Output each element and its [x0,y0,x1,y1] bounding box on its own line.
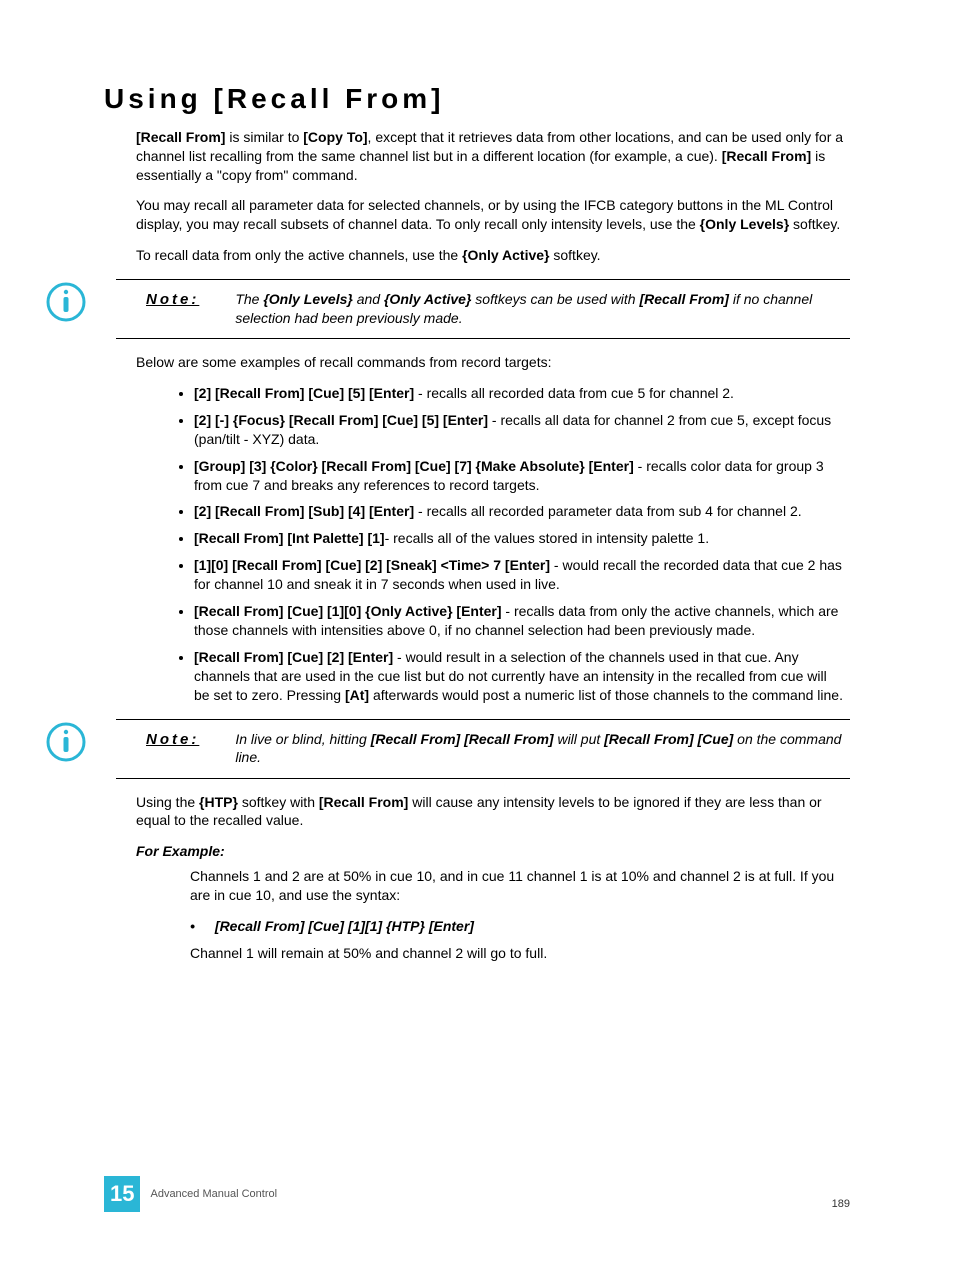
note-body: In live or blind, hitting [Recall From] … [235,728,850,768]
paragraph-5: Using the {HTP} softkey with [Recall Fro… [136,793,850,831]
list-item: [2] [Recall From] [Sub] [4] [Enter] - re… [194,502,850,521]
list-item: [1][0] [Recall From] [Cue] [2] [Sneak] <… [194,556,850,594]
list-item: [2] [Recall From] [Cue] [5] [Enter] - re… [194,384,850,403]
paragraph-1: [Recall From] is similar to [Copy To], e… [136,128,850,185]
chapter-title: Advanced Manual Control [150,1187,277,1202]
info-icon [46,722,86,762]
list-item: [Recall From] [Cue] [1][1] {HTP} [Enter] [190,917,850,936]
example-command-list: [Recall From] [Cue] [1][1] {HTP} [Enter] [190,917,850,936]
note-label: Note: [146,288,199,310]
example-paragraph-1: Channels 1 and 2 are at 50% in cue 10, a… [190,867,850,905]
note-body: The {Only Levels} and {Only Active} soft… [235,288,850,328]
section-heading: Using [Recall From] [104,80,850,118]
for-example-heading: For Example: [136,842,850,861]
command-list: [2] [Recall From] [Cue] [5] [Enter] - re… [136,384,850,704]
info-icon [46,282,86,322]
paragraph-3: To recall data from only the active chan… [136,246,850,265]
note-block-1: Note: The {Only Levels} and {Only Active… [116,279,850,339]
list-item: [2] [-] {Focus} [Recall From] [Cue] [5] … [194,411,850,449]
list-item: [Recall From] [Int Palette] [1]- recalls… [194,529,850,548]
note-label: Note: [146,728,199,750]
paragraph-2: You may recall all parameter data for se… [136,196,850,234]
example-paragraph-2: Channel 1 will remain at 50% and channel… [190,944,850,963]
list-item: [Recall From] [Cue] [1][0] {Only Active}… [194,602,850,640]
note-block-2: Note: In live or blind, hitting [Recall … [116,719,850,779]
list-item: [Group] [3] {Color} [Recall From] [Cue] … [194,457,850,495]
paragraph-4: Below are some examples of recall comman… [136,353,850,372]
page-footer: 15 Advanced Manual Control 189 [104,1176,850,1212]
chapter-number: 15 [104,1176,140,1212]
list-item: [Recall From] [Cue] [2] [Enter] - would … [194,648,850,705]
page-number: 189 [832,1197,850,1212]
